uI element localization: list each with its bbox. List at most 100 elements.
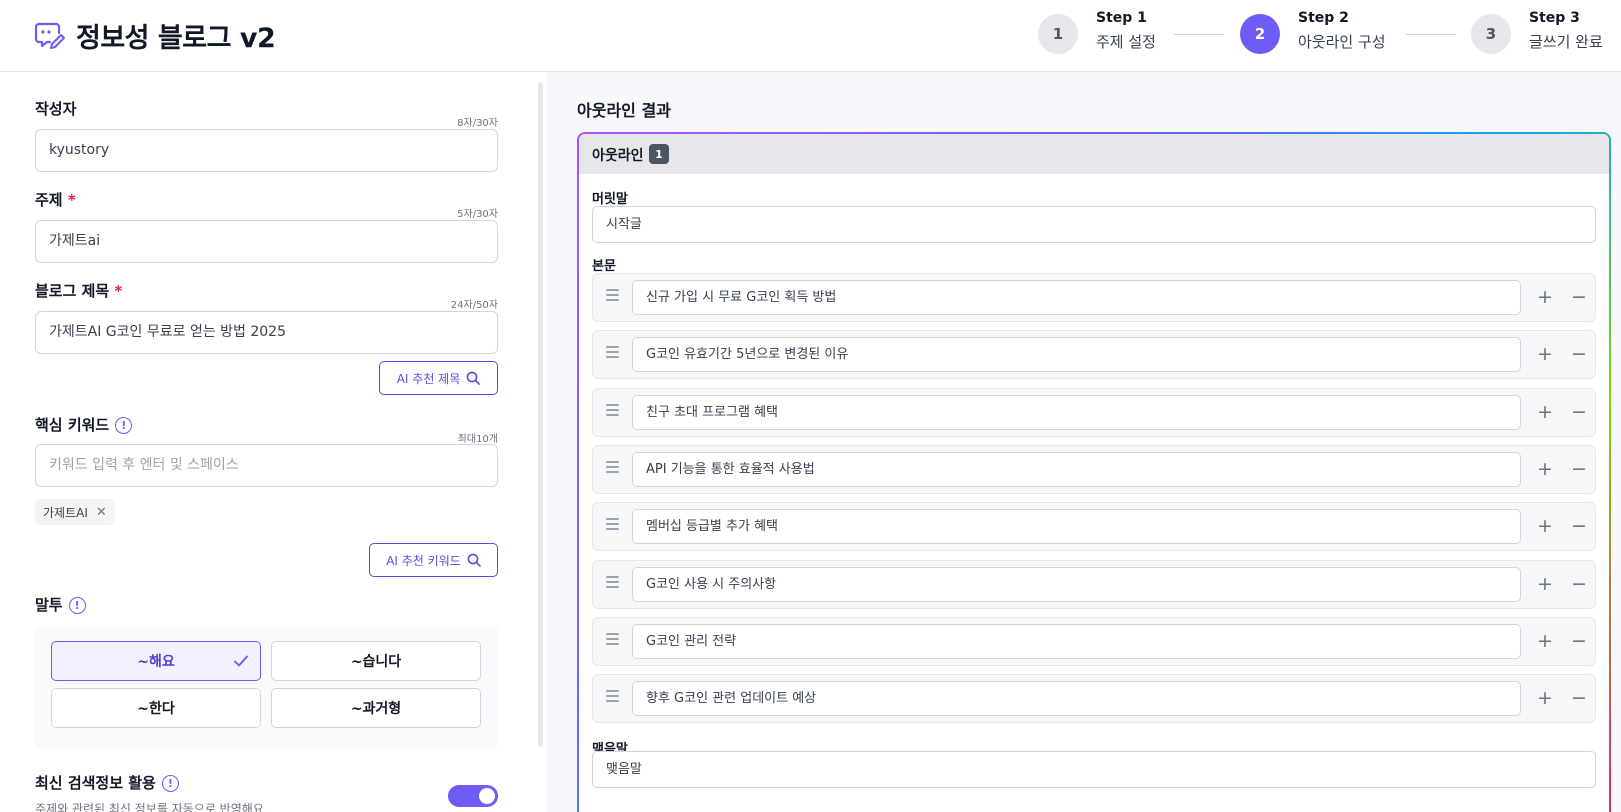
outline-number-badge: 1 <box>649 144 669 164</box>
drag-handle-icon[interactable] <box>606 518 620 532</box>
panel-scrollbar[interactable] <box>538 82 543 747</box>
outline-card-header: 아웃라인 1 <box>579 134 1609 174</box>
body-item-row: G코인 유효기간 5년으로 변경된 이유 + − <box>592 330 1596 380</box>
body-item-input[interactable]: G코인 유효기간 5년으로 변경된 이유 <box>632 337 1521 373</box>
tone-option-label: ~한다 <box>137 701 175 717</box>
tone-label: 말투! <box>35 594 86 615</box>
keyword-input[interactable]: 키워드 입력 후 엔터 및 스페이스 <box>35 444 498 487</box>
step-3-label: 글쓰기 완료 <box>1529 33 1603 51</box>
stepper: 1 Step 1 주제 설정 2 Step 2 아웃라인 구성 3 Step 3… <box>1038 10 1608 60</box>
tone-options: ~해요 ~습니다 ~한다 ~과거형 <box>35 625 498 749</box>
plus-icon[interactable]: + <box>1537 457 1553 481</box>
blog-title-counter: 24자/50자 <box>450 300 498 311</box>
step-connector <box>1406 34 1456 35</box>
required-mark: * <box>114 282 123 300</box>
body-item-row: 향후 G코인 관련 업데이트 예상 + − <box>592 674 1596 724</box>
drag-handle-icon[interactable] <box>606 632 620 647</box>
settings-panel: 작성자 8자/30자 kyustory 주제 * 5자/30자 가제트ai 블로… <box>0 72 545 812</box>
drag-handle-icon[interactable] <box>606 690 620 704</box>
plus-icon[interactable]: + <box>1537 572 1553 596</box>
topic-label: 주제 * <box>35 191 76 209</box>
author-counter: 8자/30자 <box>457 118 498 129</box>
app-title: 정보성 블로그 v2 <box>76 23 276 54</box>
blog-title-input[interactable]: 가제트AI G코인 무료로 얻는 방법 2025 <box>35 311 498 354</box>
app-header: 정보성 블로그 v2 1 Step 1 주제 설정 2 Step 2 아웃라인 … <box>0 0 1621 72</box>
step-2-number: 2 <box>1240 14 1280 54</box>
step-3-name: Step 3 <box>1529 10 1580 26</box>
minus-icon[interactable]: − <box>1571 686 1587 710</box>
minus-icon[interactable]: − <box>1571 514 1587 538</box>
body-item-row: API 기능을 통한 효율적 사용법 + − <box>592 444 1596 494</box>
tone-option-handa[interactable]: ~한다 <box>51 688 261 728</box>
keywords-label: 핵심 키워드! <box>35 414 133 435</box>
ai-suggest-title-label: AI 추천 제목 <box>396 371 461 386</box>
body-label: 본문 <box>592 259 616 274</box>
step-1-number: 1 <box>1038 14 1078 54</box>
minus-icon[interactable]: − <box>1571 400 1587 424</box>
intro-input[interactable]: 시작글 <box>592 206 1596 243</box>
info-icon[interactable]: ! <box>68 597 86 614</box>
plus-icon[interactable]: + <box>1537 686 1553 710</box>
body-item-input[interactable]: 멤버십 등급별 추가 혜택 <box>632 509 1521 545</box>
body-item-row: G코인 사용 시 주의사항 + − <box>592 559 1596 609</box>
body-item-input[interactable]: 향후 G코인 관련 업데이트 예상 <box>632 681 1521 717</box>
body-item-input[interactable]: G코인 관리 전략 <box>632 623 1521 659</box>
toggle-knob <box>479 788 495 804</box>
body-item-input[interactable]: 신규 가입 시 무료 G코인 획득 방법 <box>632 280 1521 315</box>
drag-handle-icon[interactable] <box>606 575 620 590</box>
outline-card: 아웃라인 1 머릿말 시작글 본문 신규 가입 시 무료 G코인 획득 방법 + −… <box>577 132 1611 812</box>
latest-info-label: 최신 검색정보 활용! <box>35 772 179 793</box>
body-item-row: 멤버십 등급별 추가 혜택 + − <box>592 502 1596 552</box>
outline-card-body: 아웃라인 1 머릿말 시작글 본문 신규 가입 시 무료 G코인 획득 방법 + −… <box>579 134 1609 812</box>
plus-icon[interactable]: + <box>1537 400 1553 424</box>
plus-icon[interactable]: + <box>1537 285 1553 309</box>
step-1-name: Step 1 <box>1096 10 1147 26</box>
drag-handle-icon[interactable] <box>606 403 620 418</box>
ai-suggest-keyword-label: AI 추천 키워드 <box>386 553 461 568</box>
check-icon <box>234 655 248 667</box>
step-2-name: Step 2 <box>1298 10 1349 26</box>
latest-info-description: 주제와 관련된 최신 정보를 자동으로 반영해요 <box>35 802 264 812</box>
close-icon[interactable]: ✕ <box>96 505 107 520</box>
author-input[interactable]: kyustory <box>35 129 498 172</box>
minus-icon[interactable]: − <box>1571 342 1587 366</box>
topic-counter: 5자/30자 <box>457 209 498 220</box>
body-item-input[interactable]: 친구 초대 프로그램 혜택 <box>632 394 1521 430</box>
ai-suggest-title-button[interactable]: AI 추천 제목 <box>379 361 498 395</box>
step-3-number: 3 <box>1471 14 1511 54</box>
tone-option-label: ~해요 <box>137 654 175 670</box>
author-label: 작성자 <box>35 100 77 118</box>
ai-suggest-keyword-button[interactable]: AI 추천 키워드 <box>369 543 498 577</box>
body-item-input[interactable]: G코인 사용 시 주의사항 <box>632 566 1521 602</box>
keywords-counter: 최대10개 <box>457 434 498 445</box>
info-icon[interactable]: ! <box>161 775 179 792</box>
topic-input[interactable]: 가제트ai <box>35 220 498 263</box>
blog-title-label: 블로그 제목 * <box>35 282 123 300</box>
minus-icon[interactable]: − <box>1571 572 1587 596</box>
tone-option-haeyo[interactable]: ~해요 <box>51 641 261 681</box>
plus-icon[interactable]: + <box>1537 514 1553 538</box>
body-item-row: 신규 가입 시 무료 G코인 획득 방법 + − <box>592 273 1596 322</box>
search-icon <box>466 371 481 385</box>
drag-handle-icon[interactable] <box>606 460 620 475</box>
minus-icon[interactable]: − <box>1571 285 1587 309</box>
required-mark: * <box>67 191 76 209</box>
tone-option-seumnida[interactable]: ~습니다 <box>271 641 481 681</box>
keyword-chip-label: 가제트AI <box>43 505 88 520</box>
tone-option-label: ~습니다 <box>350 654 402 670</box>
info-icon[interactable]: ! <box>115 417 133 434</box>
minus-icon[interactable]: − <box>1571 629 1587 653</box>
drag-handle-icon[interactable] <box>606 289 620 303</box>
tone-option-past[interactable]: ~과거형 <box>271 688 481 728</box>
minus-icon[interactable]: − <box>1571 457 1587 481</box>
keyword-chip: 가제트AI ✕ <box>35 499 115 525</box>
latest-info-toggle[interactable] <box>448 785 498 807</box>
body-item-input[interactable]: API 기능을 통한 효율적 사용법 <box>632 451 1521 487</box>
outro-input[interactable]: 맺음말 <box>592 751 1596 788</box>
plus-icon[interactable]: + <box>1537 342 1553 366</box>
step-connector <box>1174 34 1224 35</box>
drag-handle-icon[interactable] <box>606 346 620 360</box>
tone-option-label: ~과거형 <box>350 701 402 717</box>
intro-label: 머릿말 <box>592 192 628 207</box>
plus-icon[interactable]: + <box>1537 629 1553 653</box>
